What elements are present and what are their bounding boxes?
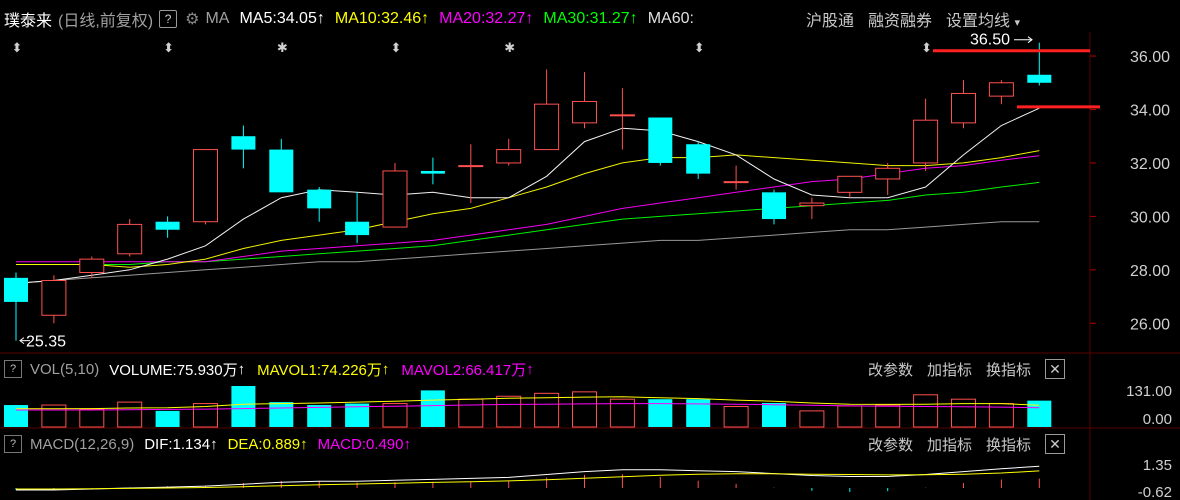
volume-bar	[723, 406, 749, 428]
candle-body	[1027, 74, 1052, 83]
candle-body	[231, 136, 256, 150]
ma60-line	[15, 221, 1040, 284]
volume-bar	[420, 390, 445, 427]
event-marker-icon: ⬍	[921, 41, 932, 56]
dif-line	[16, 465, 1040, 491]
macd-scale-top: 1.35	[1143, 457, 1172, 474]
candle-body	[155, 221, 180, 230]
event-marker-icon: ⬍	[163, 41, 174, 56]
high-price-label: 36.50	[970, 32, 1010, 49]
candle-body	[382, 170, 408, 228]
volume-bar	[269, 402, 294, 427]
candle-body	[875, 167, 901, 180]
y-tick-label: 30.00	[1130, 209, 1170, 226]
y-tick-label: 34.00	[1130, 102, 1170, 119]
y-tick-label: 28.00	[1130, 263, 1170, 280]
candle-body	[458, 165, 484, 168]
candle-body	[79, 258, 105, 274]
volume-bar	[307, 405, 332, 427]
volume-bar	[155, 410, 180, 427]
volume-bar	[231, 386, 256, 427]
y-axis-ticks: 36.00 34.00 32.00 30.00 28.00 26.00	[1090, 49, 1170, 333]
candles	[4, 42, 1052, 341]
event-marker-icon: ⬍	[391, 41, 402, 56]
candle-body	[41, 280, 67, 316]
volume-bar	[799, 410, 825, 428]
candle-body	[762, 192, 786, 220]
candle-body	[988, 82, 1014, 97]
candle-body	[534, 103, 560, 151]
y-tick-label: 32.00	[1130, 156, 1170, 173]
volume-bar	[913, 394, 939, 428]
candle-body	[269, 149, 294, 193]
volume-bar	[382, 403, 408, 428]
candle-body	[572, 100, 597, 124]
candle-body	[345, 221, 370, 236]
event-markers: ⬍ ⬍ ✱ ⬍ ✱ ⬍ ⬍	[12, 41, 933, 56]
candle-body	[307, 189, 332, 209]
vol-scale-bottom: 0.00	[1143, 411, 1172, 428]
dea-line	[16, 470, 1040, 490]
macd-scale-bottom: -0.62	[1138, 484, 1172, 500]
volume-bar	[117, 401, 143, 428]
candle-body	[496, 149, 522, 164]
event-marker-icon: ✱	[277, 41, 288, 56]
price-annotations: 36.50 25.35	[19, 32, 1100, 351]
y-tick-label: 36.00	[1130, 49, 1170, 66]
candle-body	[686, 144, 711, 174]
event-marker-icon: ⬍	[694, 41, 705, 56]
candle-body	[4, 277, 28, 302]
y-tick-label: 26.00	[1130, 316, 1170, 333]
candle-body	[420, 170, 445, 174]
candle-body	[193, 149, 218, 223]
volume-bar	[534, 392, 560, 428]
ma5-line	[15, 107, 1040, 284]
candle-body	[913, 119, 939, 164]
kline-chart[interactable]: ⬍ ⬍ ✱ ⬍ ✱ ⬍ ⬍ 36.00 34.00 32.00 30.00 28.00 26.00 3…	[0, 0, 1180, 500]
volume-bar	[458, 398, 484, 428]
volume-bar	[837, 405, 863, 428]
candle-body	[648, 117, 673, 163]
candle-body	[951, 92, 976, 124]
volume-bars	[4, 386, 1052, 428]
event-marker-icon: ✱	[504, 41, 515, 56]
candle-body	[117, 223, 143, 255]
ma-lines	[15, 107, 1040, 284]
candle-body	[609, 114, 635, 117]
candle-body	[837, 175, 863, 193]
volume-bar	[875, 404, 901, 428]
macd-plot	[15, 465, 1040, 492]
candle-body	[723, 181, 749, 184]
candle-body	[799, 202, 825, 207]
event-marker-icon: ⬍	[12, 41, 23, 56]
low-price-label: 25.35	[26, 334, 66, 351]
vol-scale-top: 131.00	[1126, 383, 1172, 400]
volume-bar	[762, 402, 786, 427]
volume-bar	[79, 408, 105, 428]
volume-bar	[496, 395, 522, 428]
